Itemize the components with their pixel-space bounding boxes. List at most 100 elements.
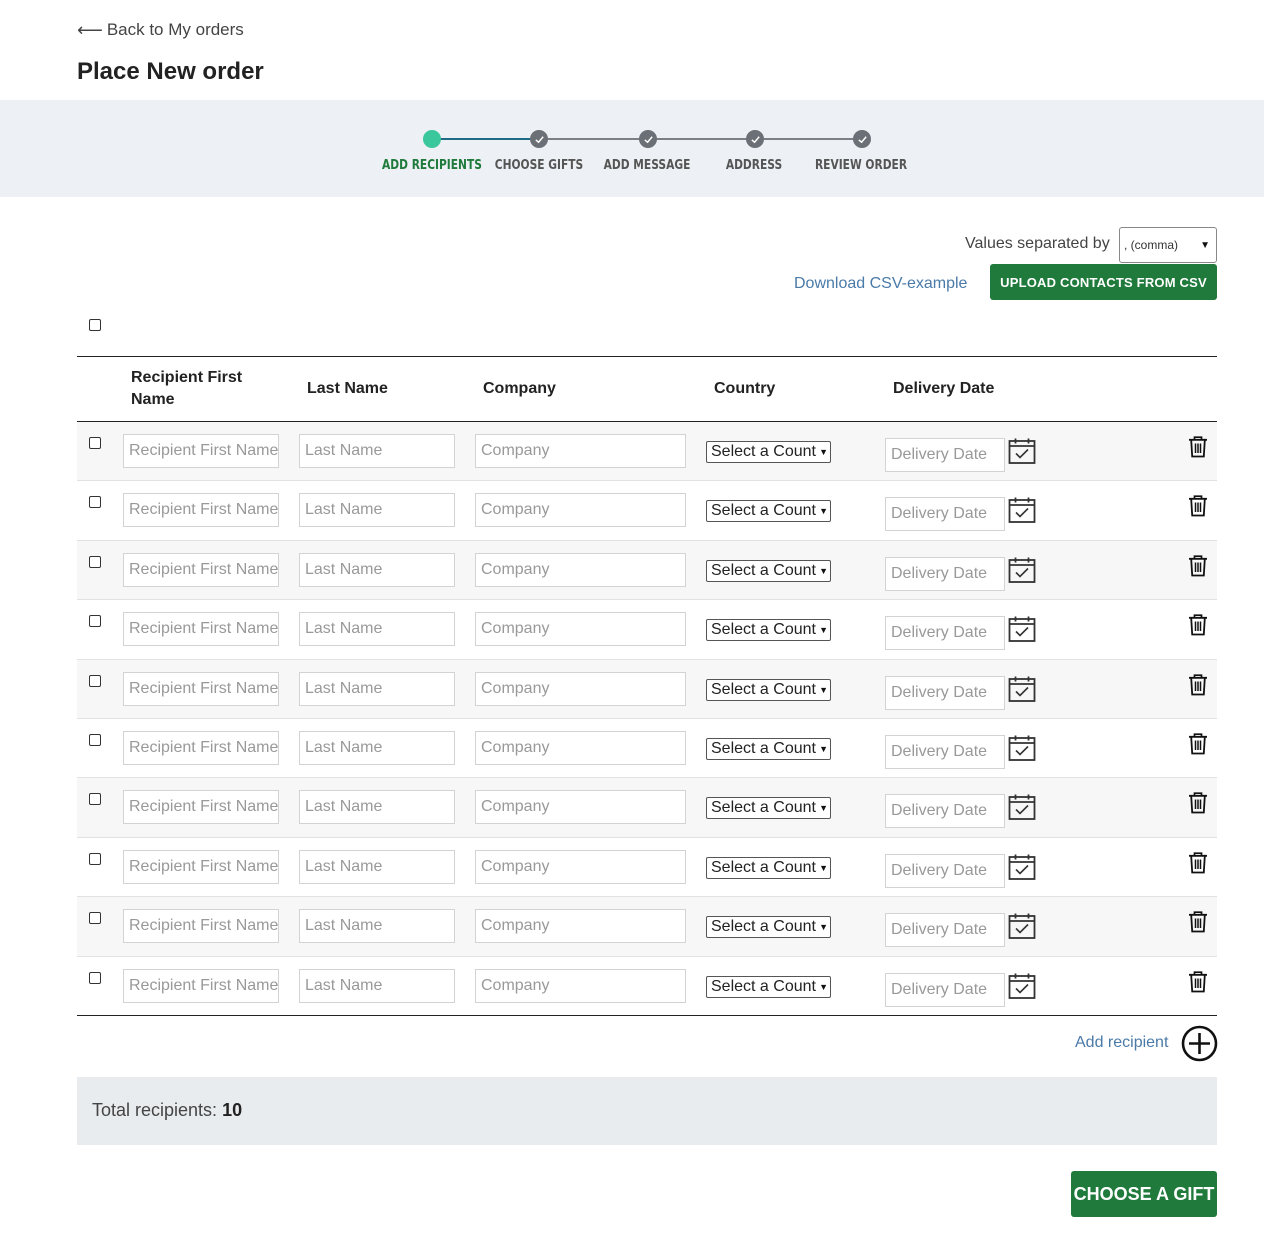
last-name-input[interactable]: Last Name — [299, 434, 455, 468]
row-checkbox[interactable] — [89, 615, 101, 628]
trash-icon[interactable] — [1188, 852, 1208, 874]
step-connector — [440, 138, 532, 140]
last-name-input[interactable]: Last Name — [299, 612, 455, 647]
country-select[interactable]: Select a Country▼ — [706, 441, 831, 463]
first-name-input[interactable]: Recipient First Name — [123, 493, 279, 528]
calendar-icon[interactable] — [1008, 615, 1036, 643]
first-name-input[interactable]: Recipient First Name — [123, 612, 279, 647]
row-checkbox[interactable] — [89, 555, 101, 568]
last-name-input[interactable]: Last Name — [299, 493, 455, 528]
first-name-input[interactable]: Recipient First Name — [123, 849, 279, 884]
delivery-date-input[interactable]: Delivery Date — [885, 616, 1005, 651]
last-name-input[interactable]: Last Name — [299, 909, 455, 944]
company-input[interactable]: Company — [475, 790, 686, 825]
download-csv-example-link[interactable]: Download CSV-example — [794, 275, 967, 293]
trash-icon[interactable] — [1188, 970, 1208, 993]
country-select[interactable]: Select a Country▼ — [706, 797, 831, 820]
step-dot-review-order[interactable] — [853, 130, 871, 148]
country-select[interactable]: Select a Country▼ — [706, 500, 831, 523]
trash-icon[interactable] — [1188, 792, 1208, 814]
row-checkbox[interactable] — [89, 674, 101, 687]
first-name-input[interactable]: Recipient First Name — [123, 434, 279, 468]
calendar-icon[interactable] — [1008, 496, 1036, 524]
choose-gift-button[interactable]: CHOOSE A GIFT — [1071, 1171, 1217, 1217]
first-name-input[interactable]: Recipient First Name — [123, 730, 279, 765]
row-checkbox[interactable] — [89, 793, 101, 806]
country-select[interactable]: Select a Country▼ — [706, 975, 831, 998]
calendar-icon[interactable] — [1008, 912, 1036, 940]
calendar-icon[interactable] — [1008, 793, 1036, 821]
first-name-input[interactable]: Recipient First Name — [123, 790, 279, 825]
company-input[interactable]: Company — [475, 671, 686, 706]
trash-icon[interactable] — [1188, 614, 1208, 636]
last-name-input[interactable]: Last Name — [299, 790, 455, 825]
first-name-placeholder: Recipient First Name — [129, 857, 279, 875]
delivery-date-input[interactable]: Delivery Date — [885, 556, 1005, 591]
first-name-input[interactable]: Recipient First Name — [123, 909, 279, 944]
first-name-input[interactable]: Recipient First Name — [123, 671, 279, 706]
trash-icon[interactable] — [1188, 495, 1208, 517]
row-checkbox[interactable] — [89, 971, 101, 984]
country-select[interactable]: Select a Country▼ — [706, 916, 831, 939]
row-checkbox[interactable] — [89, 496, 101, 509]
step-dot-choose-gifts[interactable] — [530, 130, 548, 148]
delivery-date-input[interactable]: Delivery Date — [885, 853, 1005, 888]
trash-icon[interactable] — [1188, 911, 1208, 933]
trash-icon[interactable] — [1188, 436, 1208, 458]
country-select[interactable]: Select a Country▼ — [706, 737, 831, 760]
country-select[interactable]: Select a Country▼ — [706, 678, 831, 701]
last-name-input[interactable]: Last Name — [299, 671, 455, 706]
step-dot-add-message[interactable] — [639, 130, 657, 148]
row-checkbox[interactable] — [89, 437, 101, 449]
delivery-date-input[interactable]: Delivery Date — [885, 675, 1005, 710]
step-dot-add-recipients[interactable] — [423, 130, 441, 148]
step-dot-address[interactable] — [746, 130, 764, 148]
step-label-review-order[interactable]: REVIEW ORDER — [795, 158, 926, 173]
calendar-icon[interactable] — [1008, 437, 1036, 465]
country-select[interactable]: Select a Country▼ — [706, 856, 831, 879]
company-input[interactable]: Company — [475, 730, 686, 765]
delivery-date-input[interactable]: Delivery Date — [885, 972, 1005, 1007]
delivery-date-input[interactable]: Delivery Date — [885, 913, 1005, 948]
calendar-icon[interactable] — [1008, 734, 1036, 762]
trash-icon[interactable] — [1188, 733, 1208, 755]
company-input[interactable]: Company — [475, 968, 686, 1003]
company-input[interactable]: Company — [475, 434, 686, 468]
company-placeholder: Company — [481, 798, 550, 816]
last-name-input[interactable]: Last Name — [299, 552, 455, 587]
company-placeholder: Company — [481, 917, 550, 935]
country-select[interactable]: Select a Country▼ — [706, 619, 831, 642]
delivery-date-input[interactable]: Delivery Date — [885, 497, 1005, 532]
last-name-input[interactable]: Last Name — [299, 968, 455, 1003]
company-placeholder: Company — [481, 738, 550, 756]
row-checkbox[interactable] — [89, 912, 101, 925]
country-select-value: Select a Country — [711, 739, 817, 757]
calendar-icon[interactable] — [1008, 556, 1036, 584]
company-input[interactable]: Company — [475, 493, 686, 528]
delivery-date-input[interactable]: Delivery Date — [885, 734, 1005, 769]
last-name-input[interactable]: Last Name — [299, 730, 455, 765]
calendar-icon[interactable] — [1008, 972, 1036, 1000]
add-recipient-link[interactable]: Add recipient — [1075, 1034, 1168, 1052]
delivery-date-input[interactable]: Delivery Date — [885, 438, 1005, 472]
country-select[interactable]: Select a Country▼ — [706, 559, 831, 582]
select-all-checkbox[interactable] — [89, 319, 101, 331]
trash-icon[interactable] — [1188, 555, 1208, 577]
plus-circle-icon[interactable] — [1181, 1025, 1218, 1062]
company-input[interactable]: Company — [475, 552, 686, 587]
separator-select[interactable]: , (comma) ▼ — [1119, 227, 1217, 263]
upload-csv-button[interactable]: UPLOAD CONTACTS FROM CSV — [990, 264, 1217, 300]
row-checkbox[interactable] — [89, 733, 101, 746]
company-input[interactable]: Company — [475, 909, 686, 944]
country-select-value: Select a Country — [711, 502, 817, 520]
calendar-icon[interactable] — [1008, 853, 1036, 881]
calendar-icon[interactable] — [1008, 675, 1036, 703]
trash-icon[interactable] — [1188, 673, 1208, 696]
first-name-input[interactable]: Recipient First Name — [123, 552, 279, 587]
row-checkbox[interactable] — [89, 852, 101, 865]
first-name-input[interactable]: Recipient First Name — [123, 968, 279, 1003]
company-input[interactable]: Company — [475, 849, 686, 884]
last-name-input[interactable]: Last Name — [299, 849, 455, 884]
delivery-date-input[interactable]: Delivery Date — [885, 794, 1005, 829]
company-input[interactable]: Company — [475, 612, 686, 647]
